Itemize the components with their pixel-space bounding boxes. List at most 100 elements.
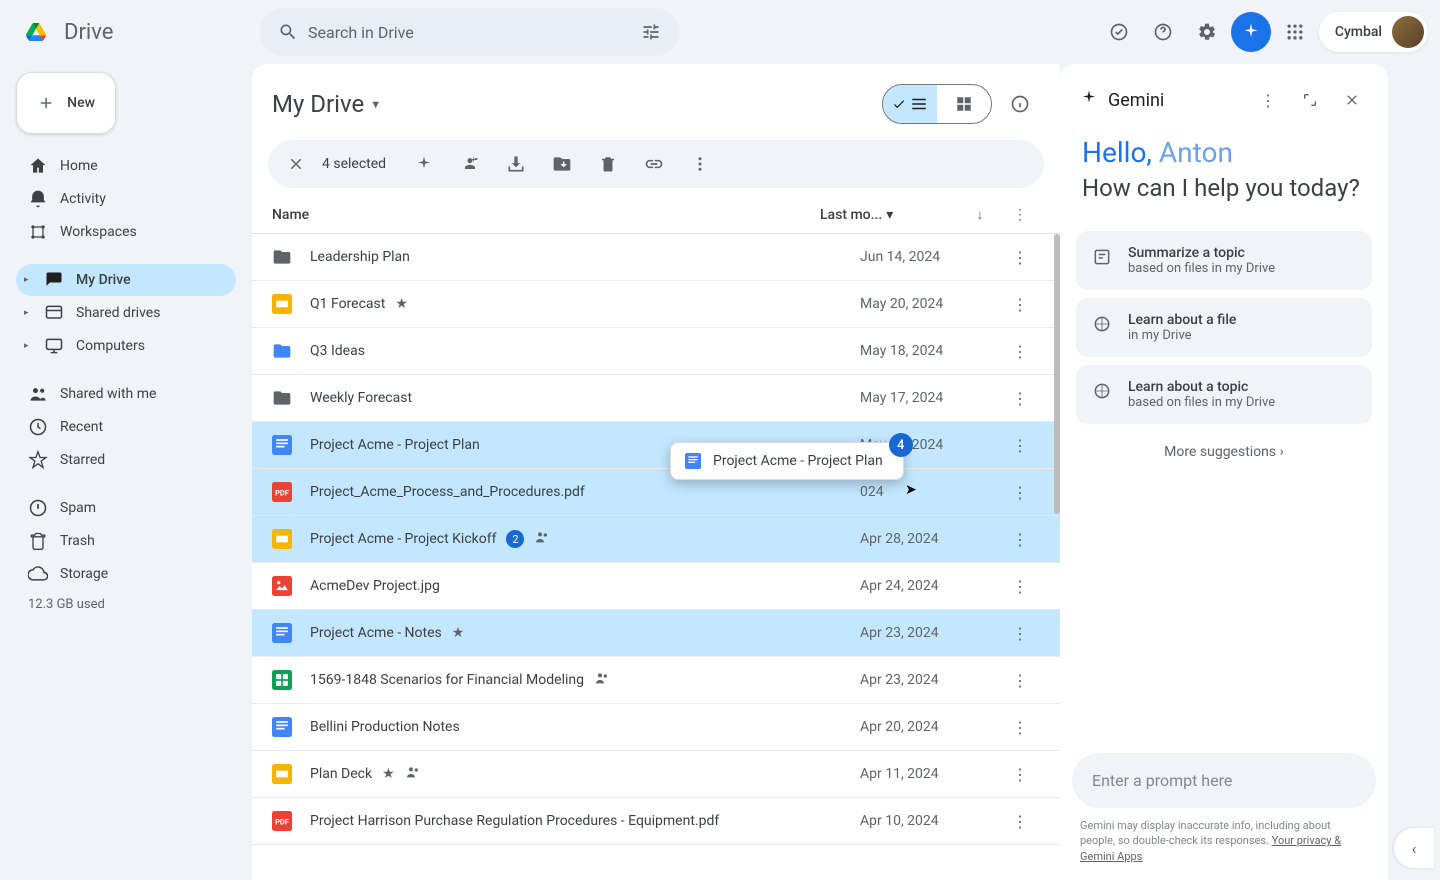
file-row[interactable]: Project Acme - Project PlanMay 17, 2024⋮: [252, 422, 1060, 469]
sidebar-item-workspaces[interactable]: Workspaces: [16, 216, 236, 248]
file-row[interactable]: AcmeDev Project.jpgApr 24, 2024⋮: [252, 563, 1060, 610]
file-more-icon[interactable]: ⋮: [1000, 671, 1040, 690]
clear-selection-button[interactable]: [276, 144, 316, 184]
file-more-icon[interactable]: ⋮: [1000, 342, 1040, 361]
gemini-spark-icon[interactable]: [1231, 12, 1271, 52]
file-row[interactable]: Plan Deck ★ Apr 11, 2024⋮: [252, 751, 1060, 798]
suggestion-title: Summarize a topic: [1128, 245, 1275, 261]
sidebar-item-shared-drives[interactable]: Shared drives: [16, 297, 236, 329]
new-button[interactable]: New: [16, 72, 116, 134]
file-name: 1569-1848 Scenarios for Financial Modeli…: [310, 670, 860, 690]
more-icon[interactable]: [680, 144, 720, 184]
sidebar-item-home[interactable]: Home: [16, 150, 236, 182]
file-row[interactable]: Weekly ForecastMay 17, 2024⋮: [252, 375, 1060, 422]
file-more-icon[interactable]: ⋮: [1000, 295, 1040, 314]
star-icon: ★: [382, 766, 395, 782]
file-more-icon[interactable]: ⋮: [1000, 530, 1040, 549]
file-row[interactable]: 1569-1848 Scenarios for Financial Modeli…: [252, 657, 1060, 704]
file-more-icon[interactable]: ⋮: [1000, 483, 1040, 502]
file-date: 024: [860, 484, 1000, 500]
grid-view-button[interactable]: [937, 85, 991, 123]
info-icon[interactable]: [1000, 84, 1040, 124]
gemini-action-icon[interactable]: [404, 144, 444, 184]
settings-icon[interactable]: [1187, 12, 1227, 52]
file-row[interactable]: Leadership PlanJun 14, 2024⋮: [252, 234, 1060, 281]
folder-title[interactable]: My Drive ▼: [272, 90, 381, 118]
file-row[interactable]: Project Acme - Project Kickoff 2 Apr 28,…: [252, 516, 1060, 563]
file-name: Project Acme - Notes ★: [310, 625, 860, 641]
star-icon: ★: [395, 296, 408, 312]
file-row[interactable]: Project Acme - Notes ★Apr 23, 2024⋮: [252, 610, 1060, 657]
file-row[interactable]: PDFProject_Acme_Process_and_Procedures.p…: [252, 469, 1060, 516]
sidebar-item-trash[interactable]: Trash: [16, 525, 236, 557]
file-more-icon[interactable]: ⋮: [1000, 624, 1040, 643]
file-row[interactable]: Q1 Forecast ★May 20, 2024⋮: [252, 281, 1060, 328]
list-view-button[interactable]: [883, 85, 937, 123]
file-more-icon[interactable]: ⋮: [1000, 812, 1040, 831]
file-more-icon[interactable]: ⋮: [1000, 765, 1040, 784]
file-type-icon: [272, 764, 292, 784]
help-icon[interactable]: [1143, 12, 1183, 52]
gemini-expand-icon[interactable]: [1294, 84, 1326, 116]
file-date: May 18, 2024: [860, 343, 1000, 359]
sidebar-item-shared-with-me[interactable]: Shared with me: [16, 378, 236, 410]
more-suggestions[interactable]: More suggestions ›: [1072, 432, 1376, 472]
sidebar-item-recent[interactable]: Recent: [16, 411, 236, 443]
suggestion-desc: based on files in my Drive: [1128, 395, 1275, 410]
account-chip[interactable]: Cymbal: [1319, 12, 1428, 52]
chevron-down-icon: ▼: [370, 98, 381, 111]
apps-icon[interactable]: [1275, 12, 1315, 52]
file-list[interactable]: Leadership PlanJun 14, 2024⋮Q1 Forecast …: [252, 234, 1060, 874]
file-more-icon[interactable]: ⋮: [1000, 718, 1040, 737]
gemini-close-icon[interactable]: [1336, 84, 1368, 116]
file-name: Weekly Forecast: [310, 390, 860, 406]
sidebar-item-label: Recent: [60, 419, 103, 435]
suggestion-card[interactable]: Summarize a topicbased on files in my Dr…: [1076, 231, 1372, 290]
file-more-icon[interactable]: ⋮: [1000, 389, 1040, 408]
sidebar-item-spam[interactable]: Spam: [16, 492, 236, 524]
suggestion-title: Learn about a topic: [1128, 379, 1275, 395]
download-icon[interactable]: [496, 144, 536, 184]
folder-name: My Drive: [272, 90, 364, 118]
offline-icon[interactable]: [1099, 12, 1139, 52]
search-options-icon[interactable]: [631, 12, 671, 52]
file-name: Leadership Plan: [310, 249, 860, 265]
drive-logo-icon[interactable]: [16, 12, 56, 52]
file-row[interactable]: Bellini Production NotesApr 20, 2024⋮: [252, 704, 1060, 751]
sidebar-item-starred[interactable]: Starred: [16, 444, 236, 476]
sidebar-item-storage[interactable]: Storage: [16, 558, 236, 590]
file-row[interactable]: Q3 IdeasMay 18, 2024⋮: [252, 328, 1060, 375]
file-row[interactable]: PDFProject Harrison Purchase Regulation …: [252, 798, 1060, 845]
prompt-input[interactable]: Enter a prompt here: [1072, 753, 1376, 808]
file-more-icon[interactable]: ⋮: [1000, 436, 1040, 455]
sidebar-item-computers[interactable]: Computers: [16, 330, 236, 362]
sidebar-item-activity[interactable]: Activity: [16, 183, 236, 215]
share-icon[interactable]: [450, 144, 490, 184]
search-input[interactable]: [308, 23, 631, 42]
delete-icon[interactable]: [588, 144, 628, 184]
file-type-icon: [272, 388, 292, 408]
sort-arrow-icon[interactable]: ↓: [960, 206, 1000, 223]
search-icon[interactable]: [268, 12, 308, 52]
chevron-down-icon: ▾: [886, 207, 893, 223]
col-modified[interactable]: Last mo... ▾: [820, 207, 960, 223]
file-date: Apr 23, 2024: [860, 672, 1000, 688]
shared-icon: [405, 764, 421, 784]
col-more-icon[interactable]: ⋮: [1000, 207, 1040, 223]
suggestion-card[interactable]: Learn about a filein my Drive: [1076, 298, 1372, 357]
search-bar: [260, 8, 679, 56]
file-type-icon: PDF: [272, 482, 292, 502]
view-toggle: [882, 84, 992, 124]
file-more-icon[interactable]: ⋮: [1000, 248, 1040, 267]
file-name: Q3 Ideas: [310, 343, 860, 359]
suggestion-card[interactable]: Learn about a topicbased on files in my …: [1076, 365, 1372, 424]
file-more-icon[interactable]: ⋮: [1000, 577, 1040, 596]
gemini-more-icon[interactable]: ⋮: [1252, 84, 1284, 116]
col-name[interactable]: Name: [272, 207, 820, 223]
move-icon[interactable]: [542, 144, 582, 184]
svg-text:PDF: PDF: [275, 488, 289, 497]
sidebar-item-my-drive[interactable]: My Drive: [16, 264, 236, 296]
hide-panel-icon[interactable]: ‹: [1394, 828, 1434, 868]
link-icon[interactable]: [634, 144, 674, 184]
main: My Drive ▼ 4 selected Name Last mo... ▾ …: [252, 64, 1060, 880]
